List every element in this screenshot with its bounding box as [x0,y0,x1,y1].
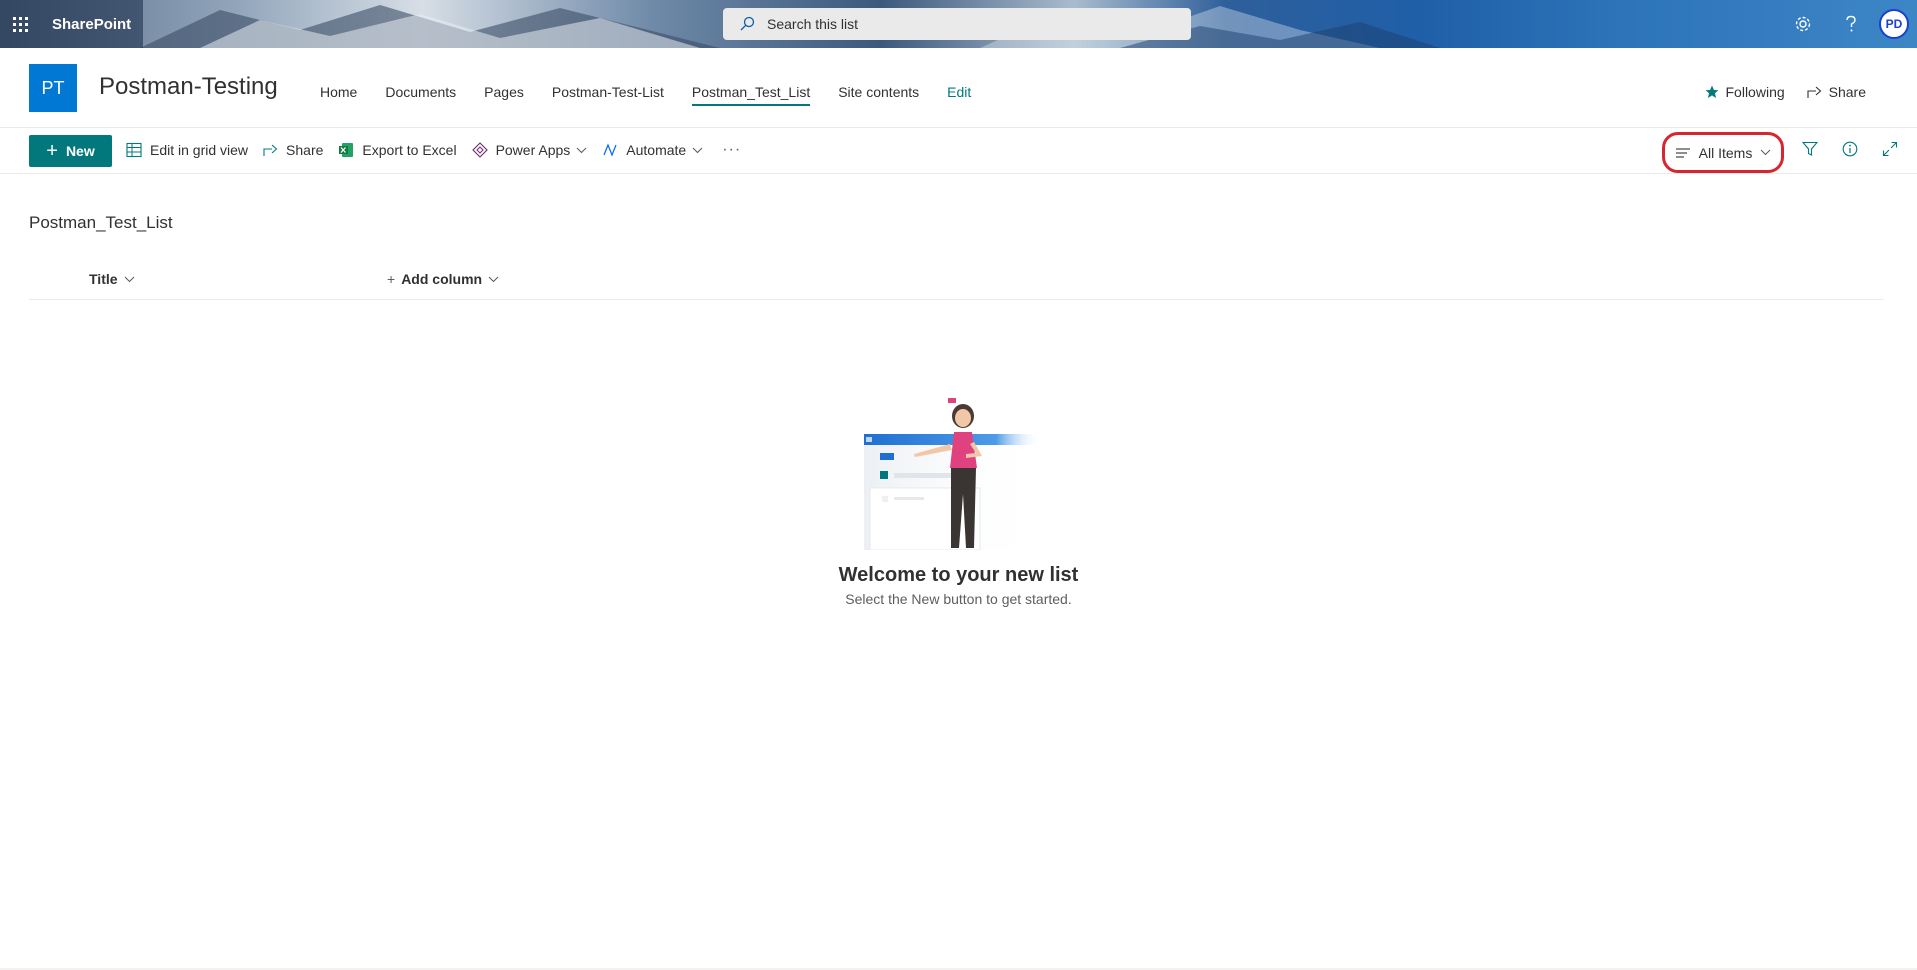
command-bar-right-icons [1790,141,1910,157]
nav-pages[interactable]: Pages [484,84,524,106]
automate-label: Automate [626,142,687,158]
more-options-icon[interactable]: ··· [722,141,741,159]
view-lines-icon [1675,147,1690,158]
nav-postman-test-list[interactable]: Postman-Test-List [552,84,664,106]
column-title-label: Title [89,271,118,287]
excel-icon [339,143,354,157]
add-column-label: Add column [401,271,483,287]
settings-gear-icon[interactable] [1779,0,1827,48]
chevron-down-icon [124,276,134,282]
power-apps-icon [471,142,488,158]
info-icon[interactable] [1830,141,1870,157]
automate-menu[interactable]: Automate [602,142,703,158]
edit-grid-view-label: Edit in grid view [150,142,249,158]
share-icon [1807,86,1821,98]
edit-grid-view-button[interactable]: Edit in grid view [126,142,248,158]
site-logo[interactable]: PT [29,64,77,112]
empty-state-title: Welcome to your new list [838,564,1079,586]
command-bar: + New Edit in grid view Share Export to … [0,128,1917,174]
all-items-view-selector[interactable]: All Items [1662,132,1784,173]
site-navigation: Home Documents Pages Postman-Test-List P… [320,84,999,106]
star-icon [1705,85,1718,98]
suite-left: SharePoint [0,0,143,48]
fullscreen-expand-icon[interactable] [1870,141,1910,157]
chevron-down-icon [1760,149,1771,156]
search-icon [740,16,755,31]
user-avatar[interactable]: PD [1879,9,1909,39]
column-header-title[interactable]: Title [89,271,135,287]
list-title: Postman_Test_List [29,213,173,232]
search-input[interactable]: Search this list [767,16,858,32]
nav-home[interactable]: Home [320,84,357,106]
nav-edit-link[interactable]: Edit [947,84,971,106]
command-items: Edit in grid view Share Export to Excel … [126,141,741,159]
view-selector-label: All Items [1698,144,1753,161]
nav-postman-test-list-underscore[interactable]: Postman_Test_List [691,84,811,106]
header-actions: Following Share [1683,84,1866,100]
search-box[interactable]: Search this list [723,8,1191,40]
automate-flow-icon [603,143,617,157]
add-column-button[interactable]: + Add column [387,271,499,287]
chevron-down-icon [576,147,587,153]
export-to-excel-label: Export to Excel [362,142,457,158]
suite-right: PD [1779,0,1917,48]
suite-bar: SharePoint Search this list PD [0,0,1917,48]
sharepoint-brand-link[interactable]: SharePoint [52,16,131,33]
following-label: Following [1725,84,1785,100]
new-button-label: New [65,143,95,159]
app-launcher-icon[interactable] [0,0,40,48]
share-button[interactable]: Share [263,142,323,158]
empty-list-illustration [864,398,1040,550]
chevron-down-icon [488,276,499,282]
plus-icon: + [46,140,58,162]
site-share-button[interactable]: Share [1807,84,1866,100]
new-button[interactable]: + New [29,135,112,167]
help-question-icon[interactable] [1827,0,1875,48]
plus-icon: + [387,271,396,287]
power-apps-menu[interactable]: Power Apps [471,142,588,158]
nav-site-contents[interactable]: Site contents [838,84,919,106]
list-column-header: Title + Add column [29,264,1884,300]
site-header: PT Postman-Testing Home Documents Pages … [0,48,1917,128]
following-button[interactable]: Following [1705,84,1785,100]
nav-documents[interactable]: Documents [385,84,456,106]
share-label: Share [286,142,324,158]
filter-icon[interactable] [1790,141,1830,157]
empty-state-subtitle: Select the New button to get started. [845,591,1072,607]
share-icon [263,144,278,156]
grid-icon [126,142,142,158]
chevron-down-icon [692,147,703,153]
site-title[interactable]: Postman-Testing [99,73,278,101]
power-apps-label: Power Apps [495,142,571,158]
export-to-excel-button[interactable]: Export to Excel [338,142,457,158]
site-share-label: Share [1828,84,1866,100]
